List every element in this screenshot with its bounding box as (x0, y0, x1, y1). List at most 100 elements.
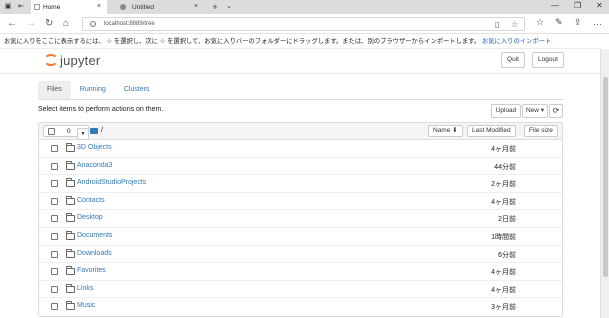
upload-button[interactable]: Upload (491, 104, 521, 118)
new-tab-button[interactable]: + (210, 2, 220, 12)
forward-icon[interactable]: → (26, 18, 36, 29)
tab-home[interactable]: Home × (31, 0, 107, 14)
info-icon: i (90, 21, 96, 27)
folder-icon (66, 248, 75, 258)
table-row[interactable]: Music 3ヶ月前 (39, 298, 562, 316)
last-modified-text: 44分前 (494, 163, 516, 171)
sort-name-button[interactable]: Name ⬇ (428, 125, 463, 137)
address-bar-row: ← → ↻ ⌂ i localhost:8889/tree ▯ ☆ ☆ ✎ ⇪ … (0, 14, 609, 34)
back-icon[interactable]: ← (7, 18, 17, 29)
new-button[interactable]: New ▾ (522, 104, 548, 118)
file-name-link[interactable]: Anaconda3 (77, 162, 112, 169)
file-name-link[interactable]: Links (77, 285, 93, 292)
last-modified-text: 1時間前 (491, 233, 516, 241)
refresh-icon[interactable]: ↻ (45, 18, 53, 29)
logo-text: jupyter (60, 52, 101, 68)
import-favorites-link[interactable]: お気に入りのインポート (482, 38, 551, 45)
tab-running[interactable]: Running (71, 81, 115, 99)
url-field[interactable]: i localhost:8889/tree ▯ ☆ (82, 17, 525, 31)
file-name-link[interactable]: Favorites (77, 267, 106, 274)
row-checkbox[interactable] (51, 180, 58, 188)
file-name-link[interactable]: 3D Objects (77, 144, 112, 151)
caret-down-icon: ▼ (80, 131, 86, 137)
breadcrumb-root[interactable]: / (101, 127, 103, 134)
row-checkbox[interactable] (51, 268, 58, 276)
file-name-link[interactable]: Downloads (77, 250, 112, 257)
row-checkbox[interactable] (51, 285, 58, 293)
table-row[interactable]: 3D Objects 4ヶ月前 (39, 140, 562, 158)
row-checkbox[interactable] (51, 232, 58, 240)
close-window-button[interactable]: ✕ (596, 1, 603, 10)
folder-icon (66, 230, 75, 240)
tab-untitled[interactable]: Untitled × (112, 0, 204, 14)
refresh-icon: ⟳ (552, 106, 560, 115)
table-row[interactable]: Documents 1時間前 (39, 228, 562, 246)
table-row[interactable]: Anaconda3 44分前 (39, 158, 562, 176)
favorites-bar: お気に入りをここに表示するには、 ☆ を選択し、次に ☆ を選択して、お気に入り… (0, 34, 600, 49)
tab-clusters[interactable]: Clusters (115, 81, 159, 99)
last-modified-text: 4ヶ月前 (491, 198, 516, 206)
folder-icon (90, 127, 98, 134)
folder-icon (66, 301, 75, 311)
file-name-link[interactable]: Desktop (77, 214, 103, 221)
more-icon[interactable]: … (593, 17, 602, 27)
sort-last-modified-button[interactable]: Last Modified (467, 125, 516, 137)
favorites-hub-icon[interactable]: ☆ (536, 17, 544, 28)
select-all-checkbox[interactable] (48, 128, 55, 135)
logout-button[interactable]: Logout (532, 52, 564, 68)
row-checkbox[interactable] (51, 162, 58, 170)
favorite-star-icon[interactable]: ☆ (511, 20, 518, 29)
quit-button[interactable]: Quit (501, 52, 525, 68)
table-row[interactable]: Favorites 4ヶ月前 (39, 263, 562, 281)
chevron-down-icon[interactable]: ⌄ (224, 2, 234, 12)
favorites-bar-message: お気に入りをここに表示するには、 ☆ を選択し、次に ☆ を選択して、お気に入り… (4, 38, 481, 45)
url-text: localhost:8889/tree (104, 21, 155, 27)
tab-divider (38, 99, 563, 100)
row-checkbox[interactable] (51, 303, 58, 311)
folder-icon (66, 195, 75, 205)
jupyter-page: jupyter Quit Logout Files Running Cluste… (0, 49, 600, 318)
tab-title: Home (43, 3, 61, 11)
sort-file-size-button[interactable]: File size (524, 125, 558, 137)
home-icon[interactable]: ⌂ (63, 18, 69, 29)
close-tab-icon[interactable]: × (97, 3, 101, 10)
row-checkbox[interactable] (51, 145, 58, 152)
file-name-link[interactable]: Contacts (77, 197, 105, 204)
jupyter-logo-icon (44, 52, 58, 68)
folder-icon (66, 143, 75, 152)
breadcrumb[interactable]: / (90, 127, 103, 134)
tab-files[interactable]: Files (38, 81, 71, 99)
file-name-link[interactable]: Music (77, 302, 95, 309)
row-checkbox[interactable] (51, 215, 58, 223)
selected-count: 0 (67, 128, 71, 135)
page-scrollbar[interactable] (600, 49, 609, 318)
reading-view-icon[interactable]: ▯ (495, 20, 499, 29)
scroll-thumb[interactable] (603, 77, 608, 277)
file-name-link[interactable]: Documents (77, 232, 112, 239)
row-checkbox[interactable] (51, 197, 58, 205)
last-modified-text: 2日前 (498, 216, 516, 224)
table-row[interactable]: Links 4ヶ月前 (39, 281, 562, 299)
file-name-link[interactable]: AndroidStudioProjects (77, 179, 146, 186)
table-row[interactable]: AndroidStudioProjects 2ヶ月前 (39, 175, 562, 193)
browser-tab-strip: ▣ ⇤ Home × Untitled × + ⌄ — ❐ ✕ (0, 0, 609, 14)
pen-icon[interactable]: ✎ (555, 17, 563, 28)
tab-title: Untitled (132, 3, 155, 11)
maximize-button[interactable]: ❐ (574, 1, 581, 10)
table-row[interactable]: Desktop 2日前 (39, 210, 562, 228)
page-icon (34, 4, 40, 10)
close-tab-icon[interactable]: × (194, 3, 198, 10)
tab-actions-icon[interactable]: ▣ (3, 2, 13, 12)
refresh-button[interactable]: ⟳ (549, 104, 563, 118)
file-list: 0 ▼ / Name ⬇ Last Modified File size 3D … (38, 122, 563, 317)
minimize-button[interactable]: — (551, 1, 559, 10)
select-dropdown-button[interactable]: ▼ (77, 128, 89, 140)
table-row[interactable]: Downloads 6分前 (39, 246, 562, 264)
instructions-text: Select items to perform actions on them. (38, 106, 164, 113)
file-rows: 3D Objects 4ヶ月前 Anaconda3 44分前 AndroidStudio… (39, 140, 562, 316)
row-checkbox[interactable] (51, 250, 58, 258)
jupyter-logo[interactable]: jupyter (44, 52, 100, 68)
set-aside-tabs-icon[interactable]: ⇤ (16, 2, 26, 12)
table-row[interactable]: Contacts 4ヶ月前 (39, 193, 562, 211)
share-icon[interactable]: ⇪ (574, 17, 582, 28)
